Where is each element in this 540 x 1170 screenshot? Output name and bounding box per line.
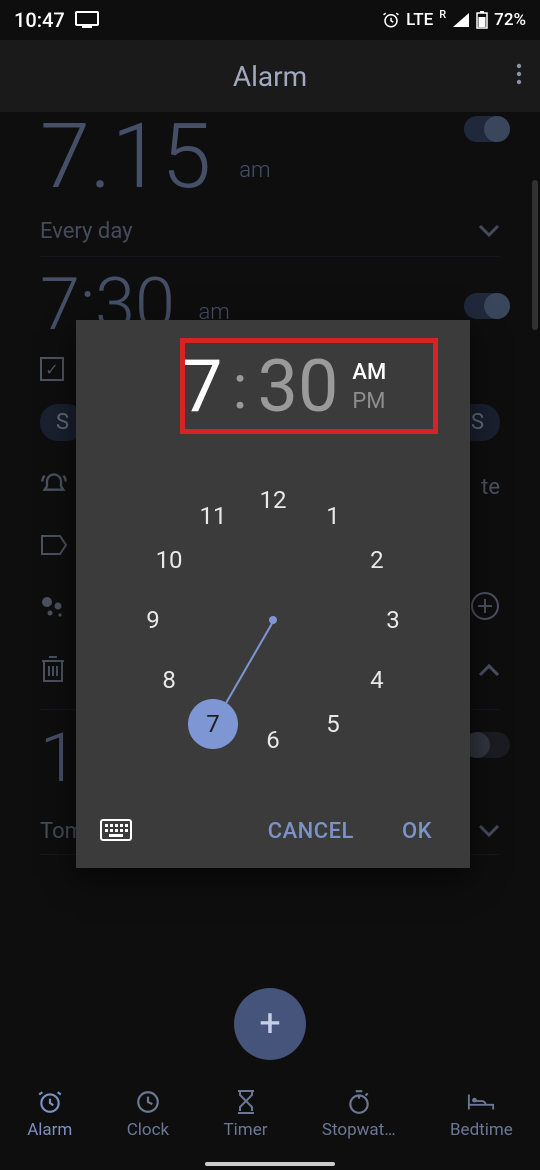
clock-hour-12[interactable]: 12 [255, 482, 291, 518]
repeat-checkbox[interactable]: ✓ [40, 357, 64, 381]
app-title: Alarm [233, 60, 307, 93]
clock-hour-10[interactable]: 10 [151, 542, 187, 578]
bed-icon [467, 1088, 495, 1116]
repeat-summary-row[interactable]: Every day [0, 211, 540, 256]
cast-icon [75, 11, 99, 29]
clock-hour-2[interactable]: 2 [359, 542, 395, 578]
alarm-icon [36, 1088, 64, 1116]
clock-hour-11[interactable]: 11 [195, 498, 231, 534]
nav-label: Clock [127, 1120, 169, 1140]
clock-hour-4[interactable]: 4 [359, 662, 395, 698]
status-time: 10:47 [14, 8, 65, 32]
repeat-label: Every day [40, 219, 133, 244]
cancel-button[interactable]: CANCEL [254, 811, 368, 852]
clock-face[interactable]: 12 12 3 45678 9 1011 [133, 480, 413, 760]
assistant-icon[interactable] [40, 593, 66, 623]
nav-timer[interactable]: Timer [224, 1088, 268, 1140]
picker-hour[interactable]: 7 [182, 351, 222, 423]
ok-button[interactable]: OK [388, 811, 446, 852]
pm-toggle[interactable]: PM [352, 389, 386, 414]
keyboard-icon[interactable] [100, 819, 132, 845]
time-display: 7 : 30 AM PM [182, 339, 436, 435]
chevron-up-icon[interactable] [478, 662, 500, 681]
alarm-time[interactable]: 7.15 am [40, 104, 271, 209]
nav-stopwatch[interactable]: Stopwat… [322, 1088, 396, 1140]
delete-icon[interactable] [40, 655, 66, 687]
chevron-down-icon [478, 219, 500, 244]
time-picker-dialog: 7 : 30 AM PM 121234567891011 CANCEL OK [76, 320, 470, 868]
clock-hour-3[interactable]: 3 [375, 602, 411, 638]
clock-icon [134, 1088, 162, 1116]
time-colon: : [232, 351, 247, 424]
label-icon[interactable] [40, 533, 68, 561]
bottom-nav: Alarm Clock Timer Stopwat… Bedtime [0, 1074, 540, 1154]
stopwatch-icon [345, 1088, 373, 1116]
alarm-time[interactable]: 1 [40, 718, 78, 798]
nav-clock[interactable]: Clock [127, 1088, 169, 1140]
nav-bedtime[interactable]: Bedtime [450, 1088, 513, 1140]
alarm-toggle[interactable] [464, 293, 510, 319]
nav-alarm[interactable]: Alarm [27, 1088, 72, 1140]
clock-hour-7[interactable]: 7 [188, 699, 238, 749]
app-bar: Alarm [0, 40, 540, 112]
add-alarm-fab[interactable]: + [234, 988, 306, 1060]
alarm-toggle[interactable] [464, 732, 510, 758]
nav-label: Timer [224, 1120, 268, 1140]
clock-hour-5[interactable]: 5 [315, 706, 351, 742]
clock-hour-6[interactable]: 6 [255, 722, 291, 758]
picker-minute[interactable]: 30 [257, 351, 338, 423]
network-label: LTE [406, 10, 433, 30]
alarm-toggle[interactable] [464, 116, 510, 142]
ringtone-icon[interactable] [40, 471, 68, 503]
add-icon[interactable] [470, 591, 500, 625]
battery-icon [476, 11, 488, 29]
alarm-status-icon [382, 11, 400, 29]
clock-hour-8[interactable]: 8 [151, 662, 187, 698]
signal-icon [452, 12, 470, 28]
clock-hour-1[interactable]: 1 [315, 498, 351, 534]
status-bar: 10:47 LTE R 72% [0, 0, 540, 40]
nav-label: Stopwat… [322, 1120, 396, 1140]
nav-label: Alarm [27, 1120, 72, 1140]
clock-hour-9[interactable]: 9 [135, 602, 171, 638]
roaming-label: R [439, 8, 446, 21]
battery-percent: 72% [494, 10, 526, 30]
more-icon[interactable] [516, 62, 522, 90]
home-indicator[interactable] [205, 1162, 335, 1166]
nav-label: Bedtime [450, 1120, 513, 1140]
chevron-down-icon [478, 819, 500, 844]
hourglass-icon [232, 1088, 260, 1116]
am-toggle[interactable]: AM [352, 360, 386, 385]
